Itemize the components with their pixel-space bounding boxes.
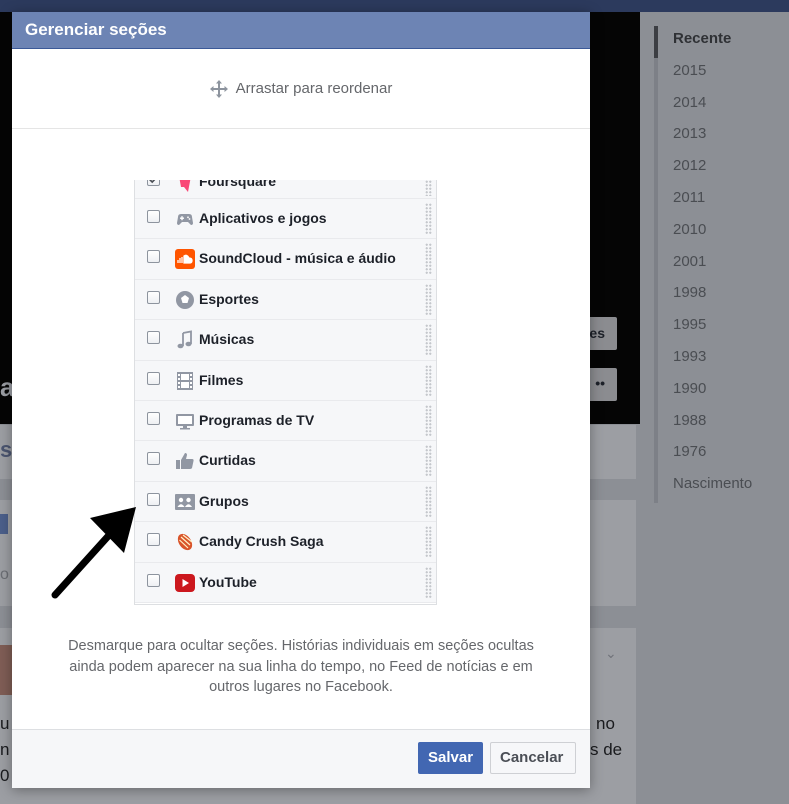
drag-hint-label: Arrastar para reordenar [235,80,393,97]
section-checkbox[interactable] [147,331,160,345]
section-row[interactable]: Esportes [135,279,436,321]
sections-list: Foursquare Aplicativos e jogos SoundClou… [134,180,437,605]
section-checkbox[interactable] [147,290,160,304]
section-row[interactable]: Foursquare [135,180,436,199]
section-row[interactable]: YouTube [135,562,436,603]
youtube-icon [175,573,195,592]
year-item[interactable]: 1998 [654,280,784,313]
section-label: Programas de TV [199,411,315,428]
year-item[interactable]: Recente [654,26,784,58]
year-item[interactable]: 2010 [654,216,784,249]
section-row[interactable]: Filmes [135,360,436,401]
section-row[interactable]: Curtidas [135,441,436,482]
drag-handle[interactable] [425,364,432,397]
section-label: Esportes [199,290,259,307]
card-icon [0,514,8,534]
section-label: Músicas [199,331,255,348]
section-row[interactable]: Músicas [135,320,436,361]
drag-handle[interactable] [425,566,432,599]
cancel-button[interactable]: Cancelar [490,742,576,774]
section-label: Curtidas [199,452,256,469]
description-line: Desmarque para ocultar seções. Histórias… [68,638,534,654]
section-checkbox[interactable] [147,180,160,186]
timeline-year-nav: Recente 2015 2014 2013 2012 2011 2010 20… [654,26,784,503]
post-text-fragment: n [0,740,10,759]
year-item[interactable]: 1993 [654,343,784,376]
candy-icon [177,533,193,551]
music-note-icon [177,330,192,349]
drag-handle[interactable] [425,404,432,437]
section-checkbox[interactable] [147,371,160,385]
section-checkbox[interactable] [147,533,160,547]
section-row[interactable]: Aplicativos e jogos [135,199,436,240]
year-item[interactable]: 2012 [654,153,784,185]
post-text-fragment: 0 [0,766,10,785]
post-text-fragment: no [596,714,615,733]
drag-hint: Arrastar para reordenar [12,49,590,129]
drag-handle[interactable] [425,485,432,518]
description-line: ainda podem aparecer na sua linha do tem… [69,658,533,675]
dialog-description: Desmarque para ocultar seções. Histórias… [12,636,590,698]
tv-icon [176,413,194,430]
section-checkbox[interactable] [147,452,160,466]
section-row[interactable]: SoundCloud - música e áudio [135,239,436,280]
drag-handle[interactable] [425,283,432,316]
section-label: SoundCloud - música e áudio [199,250,396,267]
soccer-ball-icon [176,290,194,309]
drag-handle[interactable] [425,526,432,559]
year-item[interactable]: 2001 [654,248,784,281]
save-button[interactable]: Salvar [418,742,483,774]
drag-handle[interactable] [425,180,432,196]
card-text-fragment: s [0,437,13,462]
section-row[interactable]: Grupos [135,481,436,523]
section-checkbox[interactable] [147,492,160,506]
year-item[interactable]: 2015 [654,57,784,90]
card-text-fragment: o [0,566,9,583]
drag-handle[interactable] [425,203,432,235]
year-item[interactable]: 1990 [654,375,784,408]
dialog-footer: Salvar Cancelar [12,729,590,788]
year-item[interactable]: Nascimento [654,471,784,503]
avatar [0,645,12,695]
section-checkbox[interactable] [147,411,160,425]
description-line: outros lugares no Facebook. [209,679,393,695]
section-checkbox[interactable] [147,210,160,223]
manage-sections-dialog: Gerenciar seções Arrastar para reordenar… [12,12,590,788]
foursquare-icon [179,180,191,192]
year-item[interactable]: 1995 [654,312,784,344]
top-navigation-bar [0,0,789,12]
gamepad-icon [177,214,193,225]
dialog-title: Gerenciar seções [12,12,590,49]
annotation-arrow-icon [51,507,136,599]
section-label: Candy Crush Saga [199,533,324,550]
film-icon [177,371,193,390]
post-text-fragment: u [0,714,10,733]
section-label: Aplicativos e jogos [199,210,327,226]
soundcloud-icon [175,249,195,270]
section-checkbox[interactable] [147,250,160,264]
drag-handle[interactable] [425,243,432,276]
section-row[interactable]: Candy Crush Saga [135,522,436,563]
move-icon [209,79,228,98]
section-label: Foursquare [199,180,277,189]
section-label: YouTube [199,573,257,590]
year-item[interactable]: 2014 [654,89,784,122]
section-label: Grupos [199,492,249,509]
thumbs-up-icon [176,453,194,470]
section-row[interactable]: Programas de TV [135,400,436,442]
year-item[interactable]: 1988 [654,407,784,440]
groups-icon [175,493,195,510]
post-text-fragment: s de [590,740,623,759]
chevron-down-icon[interactable]: ⌄ [605,645,617,662]
drag-handle[interactable] [425,445,432,478]
year-item[interactable]: 2011 [654,184,784,217]
year-item[interactable]: 1976 [654,439,784,472]
year-item[interactable]: 2013 [654,121,784,154]
drag-handle[interactable] [425,324,432,357]
section-label: Filmes [199,371,244,388]
section-checkbox[interactable] [147,573,160,587]
